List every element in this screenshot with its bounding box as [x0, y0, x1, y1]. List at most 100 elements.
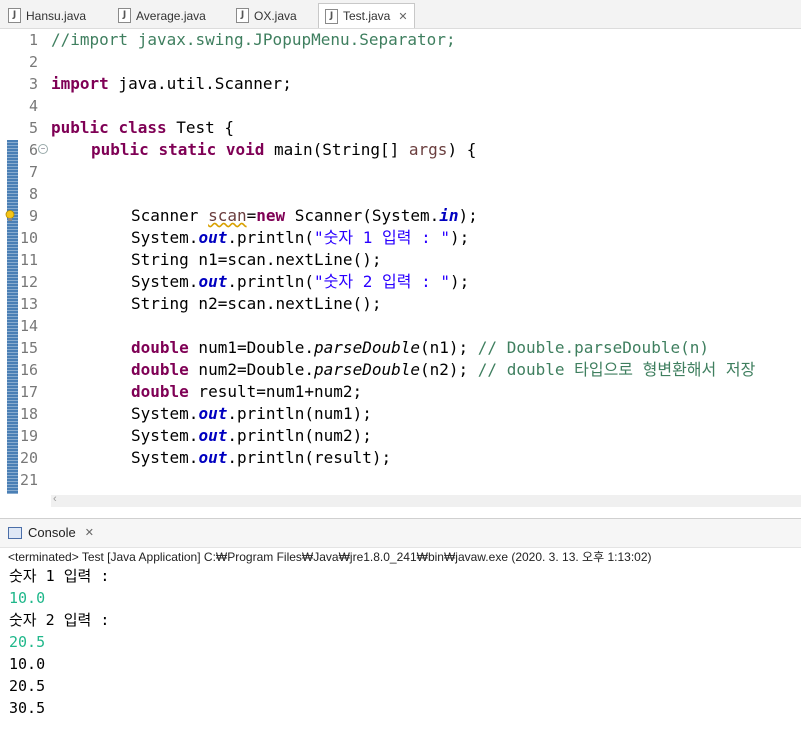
- code-line: 4: [0, 95, 801, 117]
- code-line: 20 System.out.println(result);: [0, 447, 801, 469]
- line-number: 7: [28, 163, 38, 181]
- code-fragment: Test {: [166, 118, 235, 137]
- console-line: 20.5: [9, 677, 46, 695]
- code-text: double result=num1+num2;: [131, 381, 362, 403]
- code-fragment: main(String[]: [264, 140, 409, 159]
- code-fragment: Scanner(System.: [285, 206, 440, 225]
- code-text: String n2=scan.nextLine();: [131, 294, 382, 313]
- line-number: 5: [28, 119, 38, 137]
- tab-console[interactable]: Console ✕: [8, 525, 94, 540]
- code-line: 18 System.out.println(num1);: [0, 403, 801, 425]
- fold-toggle-icon[interactable]: −: [38, 144, 48, 154]
- tab-ox[interactable]: J OX.java: [236, 4, 297, 27]
- code-fragment: ) {: [447, 140, 477, 159]
- line-number: 12: [19, 273, 38, 291]
- console-status: <terminated> Test [Java Application] C:₩…: [8, 550, 652, 564]
- keyword: double: [131, 338, 189, 357]
- code-text: System.out.println(num1);: [131, 403, 372, 425]
- line-number: 16: [19, 361, 38, 379]
- line-number: 17: [19, 383, 38, 401]
- tab-label: Test.java: [343, 9, 391, 23]
- line-number: 20: [19, 449, 38, 467]
- tab-label: Hansu.java: [26, 8, 87, 23]
- static-method: parseDouble: [314, 360, 420, 379]
- line-number: 19: [19, 427, 38, 445]
- scroll-left-icon[interactable]: ‹: [53, 493, 57, 505]
- code-line: 16 double num2=Double.parseDouble(n2); /…: [0, 359, 801, 381]
- line-number: 9: [28, 207, 38, 225]
- code-line: 8: [0, 183, 801, 205]
- line-number: 8: [28, 185, 38, 203]
- line-number: 21: [19, 471, 38, 489]
- code-line: 1 //import javax.swing.JPopupMenu.Separa…: [0, 29, 801, 51]
- code-fragment: );: [458, 206, 478, 225]
- code-text: System.out.println("숫자 1 입력 : ");: [131, 227, 469, 249]
- code-fragment: System.: [131, 404, 199, 423]
- code-editor[interactable]: 1 //import javax.swing.JPopupMenu.Separa…: [0, 29, 801, 507]
- keyword: double: [131, 360, 189, 379]
- line-number: 14: [19, 317, 38, 335]
- code-line: 9 Scanner scan=new Scanner(System.in);: [0, 205, 801, 227]
- code-line: 15 double num1=Double.parseDouble(n1); /…: [0, 337, 801, 359]
- tab-test[interactable]: J Test.java ✕: [318, 3, 415, 28]
- code-fragment: .println(num1);: [227, 404, 372, 423]
- warning-lightbulb-icon[interactable]: [5, 210, 15, 222]
- horizontal-scrollbar[interactable]: ‹: [51, 493, 801, 507]
- close-icon[interactable]: ✕: [398, 10, 407, 23]
- code-fragment: .println(result);: [227, 448, 392, 467]
- keyword: double: [131, 382, 189, 401]
- static-field: out: [198, 272, 228, 291]
- code-line: 14: [0, 315, 801, 337]
- variable-warning: scan: [208, 206, 247, 225]
- static-field: out: [198, 448, 228, 467]
- tab-average[interactable]: J Average.java: [118, 4, 206, 27]
- keyword: static: [158, 140, 217, 159]
- keyword: void: [225, 140, 265, 159]
- close-icon[interactable]: ✕: [85, 526, 94, 539]
- static-method: parseDouble: [314, 338, 420, 357]
- parameter: args: [408, 140, 448, 159]
- code-line: 12 System.out.println("숫자 2 입력 : ");: [0, 271, 801, 293]
- code-fragment: System.: [131, 228, 199, 247]
- code-line: 19 System.out.println(num2);: [0, 425, 801, 447]
- code-fragment: num1=Double.: [188, 338, 315, 357]
- line-number: 2: [28, 53, 38, 71]
- code-fragment: System.: [131, 426, 199, 445]
- string-literal: "숫자 1 입력 : ": [314, 228, 450, 247]
- code-text: import java.util.Scanner;: [51, 73, 292, 95]
- keyword: import: [51, 74, 109, 93]
- code-text: double num1=Double.parseDouble(n1); // D…: [131, 337, 709, 359]
- code-text: double num2=Double.parseDouble(n2); // d…: [131, 359, 755, 381]
- static-field: out: [198, 228, 228, 247]
- static-field: out: [198, 404, 228, 423]
- console-view-header: Console ✕: [0, 518, 801, 548]
- editor-tab-bar: J Hansu.java J Average.java J OX.java J …: [0, 0, 801, 29]
- code-text: public static void main(String[] args) {: [91, 139, 476, 161]
- code-text: System.out.println(num2);: [131, 425, 372, 447]
- line-number: 18: [19, 405, 38, 423]
- tab-label: OX.java: [254, 8, 297, 23]
- console-line: 30.5: [9, 699, 46, 717]
- keyword: class: [118, 118, 167, 137]
- code-fragment: .println(: [227, 272, 315, 291]
- code-fragment: (n1);: [420, 338, 478, 357]
- code-line: 3 import java.util.Scanner;: [0, 73, 801, 95]
- tab-hansu[interactable]: J Hansu.java: [8, 4, 86, 27]
- console-line: 숫자 1 입력 :: [9, 567, 110, 585]
- code-text: public class Test {: [51, 117, 234, 139]
- code-line: 10 System.out.println("숫자 1 입력 : ");: [0, 227, 801, 249]
- code-comment: // Double.parseDouble(n): [477, 338, 709, 357]
- code-line: 5 public class Test {: [0, 117, 801, 139]
- console-line: 10.0: [9, 655, 46, 673]
- code-fragment: result=num1+num2;: [188, 382, 363, 401]
- code-text: System.out.println("숫자 2 입력 : ");: [131, 271, 469, 293]
- code-fragment: Scanner: [131, 206, 209, 225]
- code-fragment: );: [450, 272, 470, 291]
- code-line: 6 − public static void main(String[] arg…: [0, 139, 801, 161]
- code-comment: // double 타입으로 형변환해서 저장: [477, 360, 756, 379]
- line-number: 11: [19, 251, 38, 269]
- line-number: 3: [28, 75, 38, 93]
- line-number: 15: [19, 339, 38, 357]
- code-fragment: .println(num2);: [227, 426, 372, 445]
- code-line: 7: [0, 161, 801, 183]
